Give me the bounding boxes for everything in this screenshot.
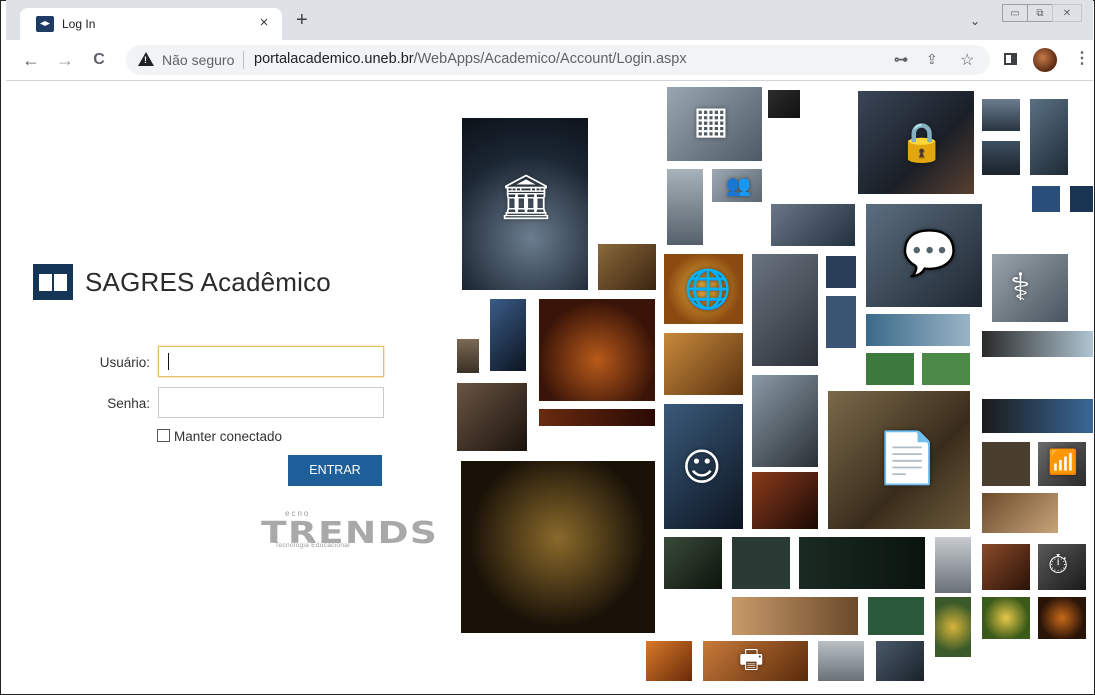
window-controls: ▭ ⧉ ✕ xyxy=(1002,4,1086,26)
tab-strip: Log In × + ⌄ ▭ ⧉ ✕ xyxy=(6,0,1093,40)
profile-avatar[interactable] xyxy=(1033,48,1057,72)
collage-tile xyxy=(771,204,855,246)
menu-kebab-icon[interactable]: ⋮ xyxy=(1074,49,1090,69)
close-window-button[interactable]: ✕ xyxy=(1052,4,1082,22)
side-panel-icon[interactable] xyxy=(1004,53,1017,65)
bookmark-star-icon[interactable]: ☆ xyxy=(960,50,974,70)
collage-tile-clock: ⏱ xyxy=(1038,544,1086,590)
collage-tile xyxy=(768,90,800,118)
collage-tile xyxy=(799,537,925,589)
key-icon[interactable]: ⊶ xyxy=(894,51,908,68)
address-bar[interactable]: Não seguro portalacademico.uneb.br/WebAp… xyxy=(126,45,990,75)
user-chat-icon: 💬 xyxy=(902,228,957,279)
collage-tile-chat: 💬 xyxy=(866,204,982,307)
collage-tile-health: ⚕ xyxy=(992,254,1068,322)
new-tab-button[interactable]: + xyxy=(296,10,308,30)
document-icon: 📄 xyxy=(876,429,939,487)
collage-tile-calendar: ▦ xyxy=(667,87,762,161)
collage-tile xyxy=(935,537,971,593)
collage-tile xyxy=(922,353,970,385)
photo-collage: 🏛 ▦ 🔒 👥 💬 🌐 ⚕ 📄 ☺ 📶 ⏱ 🖶 xyxy=(6,81,1093,693)
collage-tile-support: ☺ xyxy=(664,404,743,529)
collage-tile xyxy=(1030,99,1068,175)
collage-tile-stats: 📶 xyxy=(1038,442,1086,486)
collage-tile-globe: 🌐 xyxy=(664,254,743,324)
collage-tile-print: 🖶 xyxy=(703,641,808,681)
url-host: portalacademico.uneb.br xyxy=(254,51,414,67)
collage-tile xyxy=(752,472,818,529)
collage-tile xyxy=(935,597,971,657)
collage-tile xyxy=(982,442,1030,486)
collage-tile xyxy=(1032,186,1060,212)
collage-tile xyxy=(826,296,856,348)
face-icon: ☺ xyxy=(682,445,722,489)
collage-tile xyxy=(982,544,1030,590)
collage-tile xyxy=(664,537,722,589)
collage-tile xyxy=(868,597,924,635)
collage-tile xyxy=(732,537,790,589)
calendar-icon: ▦ xyxy=(693,98,729,142)
bar-chart-icon: 📶 xyxy=(1048,448,1078,476)
url-text[interactable]: portalacademico.uneb.br/WebApps/Academic… xyxy=(254,51,687,67)
stethoscope-icon: ⚕ xyxy=(1010,265,1031,309)
url-path: /WebApps/Academico/Account/Login.aspx xyxy=(413,51,687,67)
restore-button[interactable]: ⧉ xyxy=(1027,4,1053,22)
tab-title: Log In xyxy=(62,17,96,31)
collage-tile xyxy=(646,641,692,681)
collage-tile xyxy=(457,383,527,451)
warning-icon[interactable] xyxy=(138,52,154,66)
share-icon[interactable]: ⇪ xyxy=(926,51,938,68)
collage-tile xyxy=(1038,597,1086,639)
security-status[interactable]: Não seguro xyxy=(162,52,234,68)
collage-tile xyxy=(457,339,479,373)
back-arrow-icon[interactable]: ← xyxy=(20,49,42,71)
collage-tile xyxy=(818,641,864,681)
collage-tile xyxy=(752,375,818,467)
collage-tile xyxy=(598,244,656,290)
lock-icon: 🔒 xyxy=(898,120,946,164)
collage-tile xyxy=(876,641,924,681)
collage-tile-security: 🔒 xyxy=(858,91,974,194)
tab-close-icon[interactable]: × xyxy=(256,14,272,31)
collage-tile xyxy=(982,141,1020,175)
globe-icon: 🌐 xyxy=(684,267,732,311)
collage-tile xyxy=(539,409,655,426)
collage-tile xyxy=(982,493,1058,533)
collage-tile-violin xyxy=(539,299,655,401)
collage-tile xyxy=(664,333,743,395)
collage-tile xyxy=(752,254,818,366)
reload-icon[interactable]: C xyxy=(88,49,110,71)
collage-tile xyxy=(866,353,914,385)
collage-tile xyxy=(982,597,1030,639)
collage-tile-vitruvian xyxy=(461,461,655,633)
minimize-button[interactable]: ▭ xyxy=(1002,4,1028,22)
collage-tile xyxy=(866,314,970,346)
collage-tile xyxy=(982,331,1093,357)
collage-tile xyxy=(826,256,856,288)
collage-tile xyxy=(982,399,1093,433)
collage-tile xyxy=(982,99,1020,131)
browser-toolbar: ← → C Não seguro portalacademico.uneb.br… xyxy=(6,40,1093,81)
forward-arrow-icon[interactable]: → xyxy=(54,49,76,71)
collage-tile xyxy=(667,169,703,245)
collage-tile-document: 📄 xyxy=(828,391,970,529)
tab-log-in[interactable]: Log In × xyxy=(20,8,282,40)
bank-building-icon: 🏛 xyxy=(498,172,554,223)
users-icon: 👥 xyxy=(726,173,751,197)
collage-tile-users: 👥 xyxy=(712,169,762,202)
tab-search-chevron-icon[interactable]: ⌄ xyxy=(970,14,980,28)
collage-tile xyxy=(732,597,858,635)
graduation-cap-icon xyxy=(36,16,54,32)
printer-icon: 🖶 xyxy=(739,645,764,675)
collage-tile xyxy=(1070,186,1093,212)
page-content: SAGRES Acadêmico Usuário: Senha: Manter … xyxy=(6,81,1093,693)
url-divider xyxy=(243,51,244,69)
collage-tile xyxy=(490,299,526,371)
collage-tile-institution: 🏛 xyxy=(462,118,588,290)
stopwatch-icon: ⏱ xyxy=(1048,550,1069,580)
